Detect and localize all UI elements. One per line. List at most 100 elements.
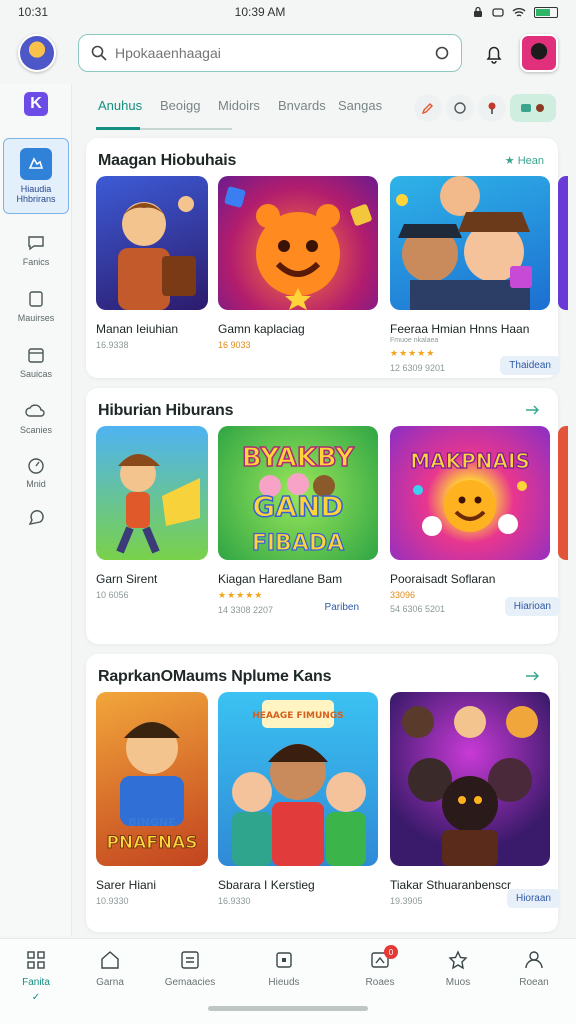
game-subtitle: Fmuoe nkalaea — [390, 337, 439, 344]
game-title: Pooraisadt Soflaran — [390, 572, 496, 586]
tab-sangas[interactable]: Sangas — [338, 98, 382, 113]
battery-icon — [533, 6, 558, 18]
game-thumbnail: BYAKBY GAND FIBADA — [218, 426, 378, 560]
game-card[interactable]: Manan Ieiuhian 16.9338 — [96, 176, 208, 350]
game-meta: 16.9338 — [96, 340, 129, 350]
game-card[interactable]: Garn Sirent 10 6056 — [96, 426, 208, 600]
sidebar-item-label: Fanics — [22, 257, 50, 267]
game-title: Sbarara I Kerstieg — [218, 878, 315, 892]
search-bar[interactable] — [78, 34, 462, 72]
rocket-icon[interactable] — [414, 94, 442, 122]
game-thumbnail: HEAAGE FIMUNGS — [218, 692, 378, 866]
nav-item-fanita[interactable]: Fanita ✓ — [6, 949, 66, 1003]
filter-icon[interactable] — [478, 94, 506, 122]
game-card[interactable]: BYAKBY GAND FIBADA Kiagan Haredlane Bam … — [218, 426, 378, 615]
sidebar-item-fanics[interactable]: Fanics — [0, 224, 72, 276]
bottom-nav: Fanita ✓ Garna Gemaacies Hieuds 0 Roaes … — [0, 938, 576, 1024]
home-icon — [99, 949, 121, 971]
search-input[interactable] — [115, 45, 427, 61]
game-thumbnail — [96, 176, 208, 310]
home-indicator[interactable] — [208, 1006, 368, 1011]
box-icon — [273, 949, 295, 971]
nav-label: Fanita — [22, 977, 50, 988]
thumb-text-pnafnas-1: BINGNE — [128, 816, 175, 829]
game-title: Kiagan Haredlane Bam — [218, 572, 343, 586]
sidebar: K Hiaudia Hhbrirans Fanics Mauirses Saui… — [0, 84, 72, 936]
thumb-text-makpnais: MAKPNAIS — [410, 449, 530, 473]
sidebar-active-label-1: Hiaudia — [20, 184, 52, 194]
game-thumbnail: BINGNE PNAFNAS — [96, 692, 208, 866]
user-avatar[interactable] — [18, 34, 56, 72]
sidebar-item-sauicas[interactable]: Sauicas — [0, 336, 72, 388]
game-thumbnail — [390, 176, 550, 310]
document-icon — [26, 289, 46, 309]
sidebar-item-scanies[interactable]: Scanies — [0, 392, 72, 444]
section-arrow-icon[interactable] — [524, 670, 544, 682]
thumb-text-candy-1: BYAKBY — [242, 443, 355, 473]
speech-icon — [26, 508, 46, 528]
nav-item-muos[interactable]: Muos — [428, 949, 488, 988]
game-thumbnail — [218, 176, 378, 310]
game-meta: 10.9330 — [96, 896, 129, 906]
notifications-bell-icon[interactable] — [480, 40, 508, 68]
section-title: Hiburian Hiburans — [98, 402, 234, 419]
refresh-icon[interactable] — [446, 94, 474, 122]
star-outline-icon — [447, 949, 469, 971]
get-button[interactable]: Hioraan — [506, 889, 560, 908]
calendar-icon — [26, 345, 46, 365]
game-title: Gamn kaplaciag — [218, 322, 305, 336]
wifi-icon — [512, 7, 526, 18]
thumb-text-pnafnas-2: PNAFNAS — [106, 833, 197, 853]
section-arrow-icon[interactable] — [524, 404, 544, 416]
section-see-all[interactable]: ★ Hean — [505, 154, 544, 167]
status-icons — [472, 6, 558, 18]
nav-item-garna[interactable]: Garna — [80, 949, 140, 988]
sidebar-item-active[interactable]: Hiaudia Hhbrirans — [3, 138, 69, 214]
tab-beoigg[interactable]: Beoigg — [160, 98, 200, 113]
notification-badge: 0 — [384, 945, 398, 959]
tab-midoirs[interactable]: Midoirs — [218, 98, 260, 113]
nav-item-hieuds[interactable]: Hieuds — [254, 949, 314, 988]
status-clock: 10:39 AM — [234, 5, 286, 19]
voice-search-icon[interactable] — [435, 46, 449, 60]
game-card[interactable]: Tiakar Sthuaranbenscr 19.3905 Hioraan — [390, 692, 560, 908]
profile-avatar[interactable] — [520, 34, 558, 72]
status-bar: 10:31 10:39 AM — [0, 0, 576, 24]
play-button[interactable]: Pariben — [316, 598, 368, 617]
nav-item-gemaacies[interactable]: Gemaacies — [160, 949, 220, 988]
search-icon — [91, 45, 107, 61]
cellular-icon — [492, 6, 504, 18]
view-toggle-icon[interactable] — [510, 94, 556, 122]
game-card[interactable]: BINGNE PNAFNAS Sarer Hiani 10.9330 — [96, 692, 208, 906]
game-card[interactable]: Feeraa Hmian Hnns Haan Fmuoe nkalaea ★★★… — [390, 176, 560, 375]
game-controller-icon — [20, 148, 52, 180]
sidebar-item-mauirses[interactable]: Mauirses — [0, 280, 72, 332]
nav-item-roean[interactable]: Roean — [504, 949, 564, 988]
thumb-text-candy-3: FIBADA — [252, 531, 344, 556]
tab-anuhus[interactable]: Anuhus — [98, 98, 142, 113]
get-button[interactable]: Hiarioan — [504, 597, 560, 616]
top-bar — [0, 28, 576, 80]
sidebar-item-mnid[interactable]: Mnid — [0, 446, 72, 498]
game-thumbnail — [390, 692, 550, 866]
tab-bnvards[interactable]: Bnvards — [278, 98, 326, 113]
section-title: RaprkanOMaums Nplume Kans — [98, 668, 332, 685]
lock-icon — [472, 6, 484, 18]
game-meta: 10 6056 — [96, 590, 129, 600]
person-icon — [523, 949, 545, 971]
app-logo-icon[interactable]: K — [24, 92, 48, 116]
nav-check: ✓ — [31, 992, 41, 1003]
sidebar-item-more[interactable] — [0, 492, 72, 544]
nav-item-roaes[interactable]: 0 Roaes — [350, 945, 410, 988]
game-rating: 16 9033 — [218, 340, 251, 350]
game-title: Manan Ieiuhian — [96, 322, 179, 336]
section-featured: Maagan Hiobuhais ★ Hean Manan Ieiuhian 1… — [86, 138, 568, 378]
nav-label: Garna — [96, 977, 124, 988]
game-card[interactable]: MAKPNAIS Pooraisadt Soflaran 33096 54 63… — [390, 426, 560, 616]
game-card[interactable]: HEAAGE FIMUNGS Sbarara I Kerstieg 16.933… — [218, 692, 378, 906]
get-button[interactable]: Thaidean — [500, 356, 560, 375]
game-card[interactable]: Gamn kaplaciag 16 9033 — [218, 176, 378, 350]
next-card-peek — [558, 426, 568, 560]
nav-label: Muos — [445, 977, 471, 988]
sidebar-item-label: Scanies — [19, 425, 53, 435]
